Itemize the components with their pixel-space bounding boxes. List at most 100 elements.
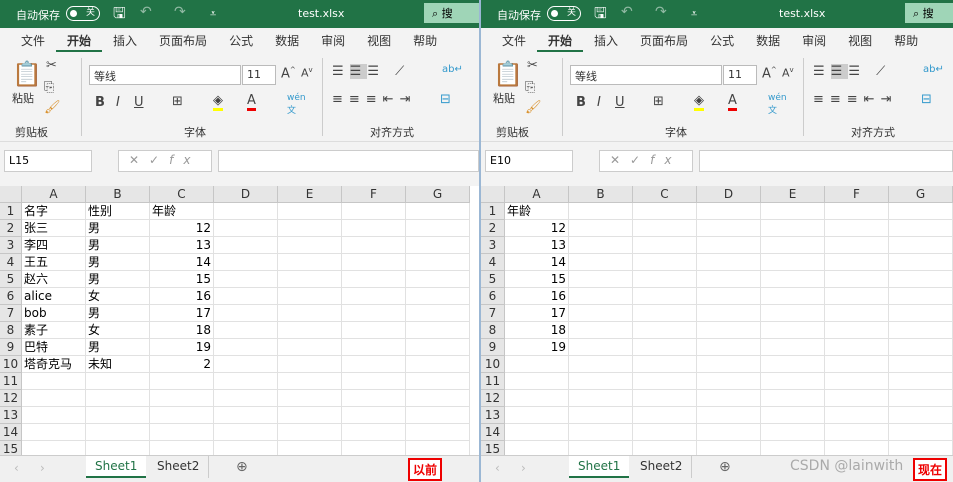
cell[interactable]: 王五: [22, 254, 86, 271]
copy-icon[interactable]: ⎘: [44, 80, 54, 95]
row-header[interactable]: 6: [0, 288, 22, 305]
cell[interactable]: 男: [86, 254, 150, 271]
customize-toolbar-icon[interactable]: ⩡: [691, 7, 697, 21]
tab-3[interactable]: 页面布局: [148, 28, 218, 52]
column-header[interactable]: C: [633, 186, 697, 203]
column-header[interactable]: B: [86, 186, 150, 203]
cell[interactable]: [406, 441, 470, 455]
cell[interactable]: [406, 407, 470, 424]
cell[interactable]: [86, 424, 150, 441]
cell[interactable]: [633, 424, 697, 441]
cell[interactable]: [697, 271, 761, 288]
increase-font-icon[interactable]: A^: [281, 66, 296, 81]
cell[interactable]: [342, 237, 406, 254]
cell[interactable]: [278, 322, 342, 339]
cell[interactable]: [889, 237, 953, 254]
cell[interactable]: [633, 237, 697, 254]
row-header[interactable]: 15: [481, 441, 505, 455]
tab-5[interactable]: 数据: [264, 28, 310, 52]
spreadsheet-grid[interactable]: A B C D E F G 1 年龄 2 12 3 13 4 14 5 15 6 16 7 17 8 18 9 19 10 11 12…: [481, 186, 953, 455]
save-icon[interactable]: 🖫: [113, 3, 126, 28]
autosave-toggle[interactable]: 关: [547, 6, 581, 21]
cell[interactable]: [505, 356, 569, 373]
redo-icon[interactable]: ↷: [174, 4, 186, 20]
cell[interactable]: [278, 441, 342, 455]
cell[interactable]: 男: [86, 237, 150, 254]
add-sheet-icon[interactable]: ⊕: [236, 459, 248, 475]
cell[interactable]: [342, 254, 406, 271]
cut-icon[interactable]: ✂: [527, 58, 538, 73]
tab-0[interactable]: 文件: [10, 28, 56, 52]
cell[interactable]: [697, 407, 761, 424]
cell[interactable]: [342, 271, 406, 288]
cell[interactable]: [214, 271, 278, 288]
paste-icon[interactable]: 📋: [12, 60, 42, 88]
cell[interactable]: [569, 305, 633, 322]
merge-icon[interactable]: ⊟: [921, 92, 932, 107]
cell[interactable]: [22, 424, 86, 441]
sheet-tab-sheet1[interactable]: Sheet1: [569, 456, 630, 478]
tab-1[interactable]: 开始: [56, 28, 103, 52]
fill-color-icon[interactable]: ◈: [213, 93, 223, 111]
cell[interactable]: [697, 356, 761, 373]
cell[interactable]: [697, 288, 761, 305]
cell[interactable]: [761, 407, 825, 424]
column-header[interactable]: D: [214, 186, 278, 203]
cell[interactable]: [569, 441, 633, 455]
column-header[interactable]: G: [889, 186, 953, 203]
row-header[interactable]: 1: [0, 203, 22, 220]
row-header[interactable]: 13: [481, 407, 505, 424]
cell[interactable]: [406, 305, 470, 322]
cell[interactable]: [150, 390, 214, 407]
column-header[interactable]: G: [406, 186, 470, 203]
tab-6[interactable]: 审阅: [310, 28, 356, 52]
cell[interactable]: [697, 220, 761, 237]
search-box[interactable]: ⌕ 搜: [905, 3, 953, 23]
row-header[interactable]: 2: [481, 220, 505, 237]
cell[interactable]: [569, 288, 633, 305]
phonetic-icon[interactable]: wén 文: [287, 93, 306, 116]
cell[interactable]: [633, 203, 697, 220]
cell[interactable]: [342, 339, 406, 356]
cell[interactable]: [697, 254, 761, 271]
cell[interactable]: [761, 288, 825, 305]
cell[interactable]: [889, 339, 953, 356]
cell[interactable]: [761, 339, 825, 356]
cell[interactable]: [697, 424, 761, 441]
underline-icon[interactable]: U: [615, 95, 625, 110]
column-header[interactable]: F: [825, 186, 889, 203]
cell[interactable]: 巴特: [22, 339, 86, 356]
column-header[interactable]: A: [505, 186, 569, 203]
copy-icon[interactable]: ⎘: [525, 80, 535, 95]
select-all[interactable]: [0, 186, 22, 203]
cell[interactable]: [406, 271, 470, 288]
cell[interactable]: [569, 237, 633, 254]
cell[interactable]: [825, 203, 889, 220]
cell[interactable]: [406, 288, 470, 305]
phonetic-icon[interactable]: wén 文: [768, 93, 787, 116]
cell[interactable]: [633, 441, 697, 455]
cell[interactable]: [406, 339, 470, 356]
cell[interactable]: 12: [505, 220, 569, 237]
cell[interactable]: [569, 254, 633, 271]
row-header[interactable]: 6: [481, 288, 505, 305]
cell[interactable]: [406, 237, 470, 254]
cell[interactable]: [569, 373, 633, 390]
wrap-text-icon[interactable]: ab↵: [923, 64, 944, 75]
cell[interactable]: 14: [150, 254, 214, 271]
undo-icon[interactable]: ↶: [140, 4, 152, 20]
fill-color-icon[interactable]: ◈: [694, 93, 704, 111]
cell[interactable]: [761, 220, 825, 237]
row-header[interactable]: 13: [0, 407, 22, 424]
tab-4[interactable]: 公式: [699, 28, 745, 52]
row-header[interactable]: 8: [0, 322, 22, 339]
cell[interactable]: 男: [86, 339, 150, 356]
spreadsheet-grid[interactable]: A B C D E F G 1 名字 性别 年龄 2 张三男 12 3 李四男 13 4 王五男 14 5 赵六男 15 6 a…: [0, 186, 479, 455]
cell[interactable]: [214, 254, 278, 271]
cell[interactable]: 19: [150, 339, 214, 356]
cell[interactable]: [278, 271, 342, 288]
cell[interactable]: [214, 339, 278, 356]
cell[interactable]: [214, 424, 278, 441]
cell[interactable]: [697, 322, 761, 339]
cell[interactable]: [214, 322, 278, 339]
